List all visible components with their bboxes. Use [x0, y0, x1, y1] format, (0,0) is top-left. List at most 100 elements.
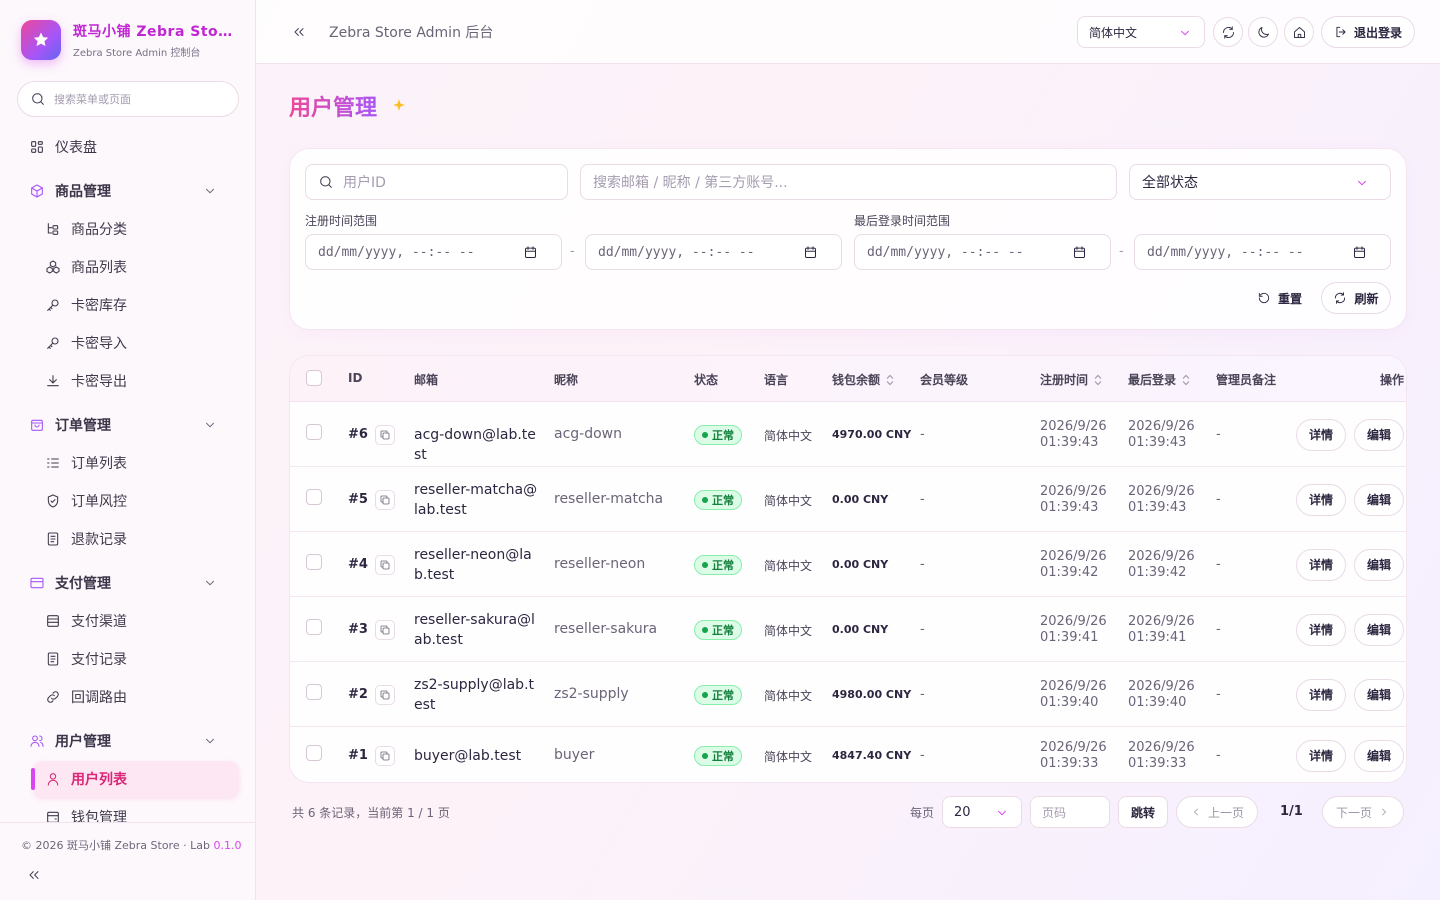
- row-checkbox[interactable]: [306, 618, 322, 635]
- detail-button[interactable]: 详情: [1296, 548, 1346, 581]
- language-select[interactable]: 简体中文: [1077, 16, 1205, 48]
- balance-cell: 4980.00 CNY: [832, 687, 912, 701]
- user-id: #3: [348, 622, 368, 637]
- registered-date: 2026/9/26: [1040, 548, 1107, 564]
- detail-button[interactable]: 详情: [1296, 739, 1346, 772]
- edit-button[interactable]: 编辑: [1354, 483, 1404, 516]
- sidebar-item-order-risk[interactable]: 订单风控: [33, 483, 239, 519]
- column-header-last-login[interactable]: 最后登录: [1128, 371, 1191, 388]
- row-checkbox[interactable]: [306, 423, 322, 440]
- column-header-note: 管理员备注: [1216, 371, 1276, 388]
- sidebar-item-callback-routes[interactable]: 回调路由: [33, 679, 239, 715]
- login-start-date-input[interactable]: dd/mm/yyyy, --:-- --: [854, 234, 1111, 270]
- copy-id-button[interactable]: [374, 684, 395, 705]
- sidebar-item-order-list[interactable]: 订单列表: [33, 445, 239, 481]
- sidebar-item-payment-channels[interactable]: 支付渠道: [33, 603, 239, 639]
- status-label: 正常: [712, 493, 734, 507]
- reset-button[interactable]: 重置: [1247, 282, 1312, 314]
- row-checkbox[interactable]: [306, 488, 322, 505]
- sidebar-item-user-list[interactable]: 用户列表: [31, 761, 239, 797]
- row-checkbox[interactable]: [306, 553, 322, 570]
- sidebar-item-payment-records[interactable]: 支付记录: [33, 641, 239, 677]
- sidebar-search-input[interactable]: 搜索菜单或页面: [17, 81, 239, 117]
- sidebar-item-wallets[interactable]: 钱包管理: [33, 799, 239, 822]
- sidebar-group-orders[interactable]: 订单管理: [17, 407, 239, 443]
- brand[interactable]: 斑马小铺 Zebra Store Zebra Store Admin 控制台: [21, 20, 233, 60]
- sidebar-item-card-import[interactable]: 卡密导入: [33, 325, 239, 361]
- level-cell: -: [920, 747, 925, 763]
- sidebar-item-card-export[interactable]: 卡密导出: [33, 363, 239, 399]
- top-header: Zebra Store Admin 后台 简体中文 退出登录: [256, 0, 1440, 64]
- double-chevron-left-icon: [294, 28, 304, 36]
- sidebar-item-product-list[interactable]: 商品列表: [33, 249, 239, 285]
- next-page-button[interactable]: 下一页: [1322, 796, 1404, 828]
- column-header-label: 状态: [694, 373, 719, 387]
- edit-button[interactable]: 编辑: [1354, 548, 1404, 581]
- edit-button[interactable]: 编辑: [1354, 678, 1404, 711]
- copy-id-button[interactable]: [374, 424, 395, 445]
- column-header-label: 注册时间: [1040, 373, 1089, 387]
- copy-id-button[interactable]: [374, 745, 395, 766]
- brand-logo-icon: [21, 20, 61, 60]
- keyword-search-input[interactable]: 搜索邮箱 / 昵称 / 第三方账号...: [580, 164, 1117, 200]
- sidebar-item-card-stock[interactable]: 卡密库存: [33, 287, 239, 323]
- table-row: #1 buyer@lab.test buyer 正常 简体中文 4847.40 CNY -2…: [290, 727, 1406, 782]
- status-label: 正常: [712, 749, 734, 763]
- per-page-value: 20: [954, 804, 971, 820]
- login-range-label: 最后登录时间范围: [854, 214, 951, 228]
- refresh-page-button[interactable]: [1213, 17, 1243, 47]
- edit-button[interactable]: 编辑: [1354, 418, 1404, 451]
- sidebar-item-product-categories[interactable]: 商品分类: [33, 211, 239, 247]
- copy-id-button[interactable]: [374, 489, 395, 510]
- sidebar-item-label: 订单风控: [71, 494, 127, 510]
- page-number-input[interactable]: 页码: [1030, 796, 1110, 828]
- sidebar-group-payments[interactable]: 支付管理: [17, 565, 239, 601]
- prev-page-button[interactable]: 上一页: [1176, 796, 1258, 828]
- registered-cell: 2026/9/26 01:39:41: [1040, 614, 1107, 646]
- last-login-date: 2026/9/26: [1128, 613, 1195, 629]
- detail-button[interactable]: 详情: [1296, 483, 1346, 516]
- edit-button[interactable]: 编辑: [1354, 739, 1404, 772]
- logout-button[interactable]: 退出登录: [1321, 16, 1415, 48]
- user-table: ID 邮箱 昵称 状态 语言 钱包余额 会员等级 注册时间 最后登录 管理员备注…: [289, 355, 1407, 783]
- status-select[interactable]: 全部状态: [1129, 164, 1391, 200]
- jump-button[interactable]: 跳转: [1118, 796, 1168, 828]
- home-icon: [1293, 26, 1305, 38]
- balance-cell: 0.00 CNY: [832, 622, 889, 636]
- row-checkbox[interactable]: [306, 683, 322, 700]
- theme-toggle-button[interactable]: [1248, 17, 1278, 47]
- login-end-date-input[interactable]: dd/mm/yyyy, --:-- --: [1134, 234, 1391, 270]
- sidebar-group-users[interactable]: 用户管理: [17, 723, 239, 759]
- home-button[interactable]: [1284, 17, 1314, 47]
- status-badge: 正常: [694, 554, 742, 575]
- copy-icon: [380, 625, 390, 634]
- sidebar-collapse-button[interactable]: [26, 867, 42, 883]
- select-all-checkbox[interactable]: [306, 370, 322, 386]
- chevron-down-icon: [206, 738, 214, 744]
- user-id-input[interactable]: 用户ID: [305, 164, 568, 200]
- copyright-text: © 2026 斑马小铺 Zebra Store · Lab: [21, 839, 214, 852]
- sidebar-item-label: 商品管理: [55, 184, 111, 200]
- sidebar-group-products[interactable]: 商品管理: [17, 173, 239, 209]
- register-start-date-input[interactable]: dd/mm/yyyy, --:-- --: [305, 234, 562, 270]
- search-icon: [320, 176, 332, 188]
- detail-button[interactable]: 详情: [1296, 613, 1346, 646]
- header-collapse-button[interactable]: [291, 24, 307, 40]
- detail-button[interactable]: 详情: [1296, 418, 1346, 451]
- status-badge: 正常: [694, 619, 742, 640]
- registered-time: 01:39:41: [1040, 629, 1099, 645]
- column-header-balance[interactable]: 钱包余额: [832, 371, 895, 388]
- register-end-date-input[interactable]: dd/mm/yyyy, --:-- --: [585, 234, 842, 270]
- copy-id-button[interactable]: [374, 554, 395, 575]
- refresh-button[interactable]: 刷新: [1321, 282, 1391, 314]
- per-page-select[interactable]: 20: [942, 796, 1022, 828]
- chevron-down-icon: [206, 422, 214, 428]
- copy-id-button[interactable]: [374, 619, 395, 640]
- column-header-registered[interactable]: 注册时间: [1040, 371, 1103, 388]
- sidebar-item-dashboard[interactable]: 仪表盘: [17, 129, 239, 165]
- table-header: ID 邮箱 昵称 状态 语言 钱包余额 会员等级 注册时间 最后登录 管理员备注…: [290, 356, 1406, 402]
- edit-button[interactable]: 编辑: [1354, 613, 1404, 646]
- row-checkbox[interactable]: [306, 744, 322, 761]
- sidebar-item-refunds[interactable]: 退款记录: [33, 521, 239, 557]
- detail-button[interactable]: 详情: [1296, 678, 1346, 711]
